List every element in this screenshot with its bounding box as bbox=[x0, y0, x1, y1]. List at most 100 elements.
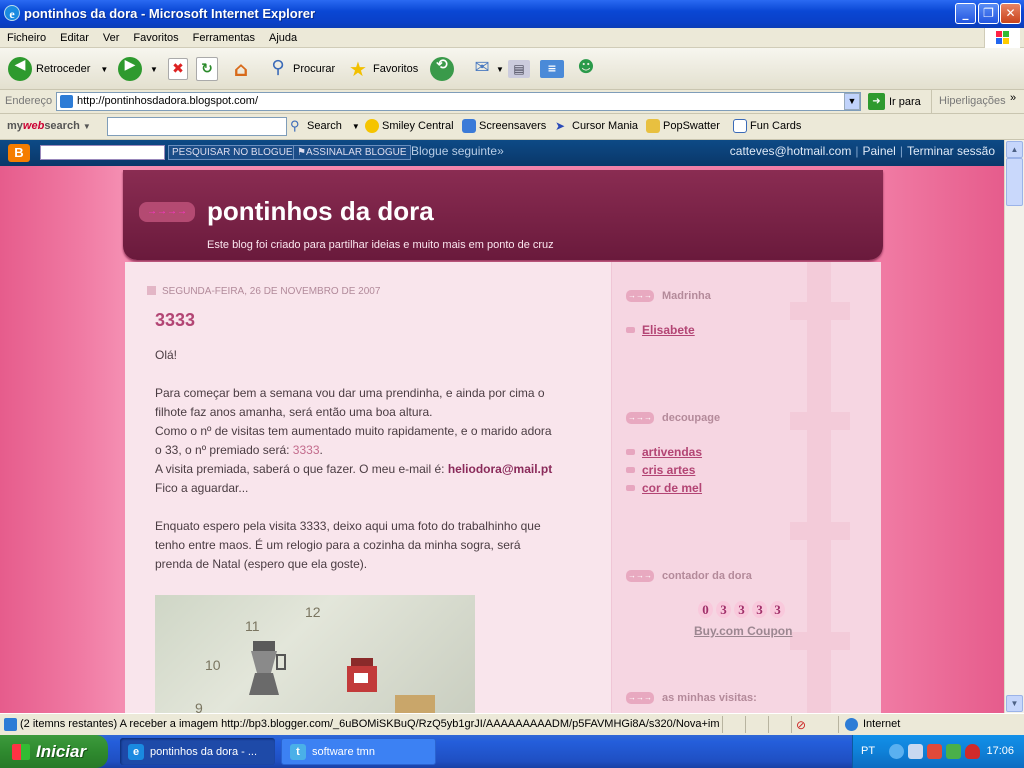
page-icon bbox=[60, 95, 73, 108]
chevron-down-icon[interactable]: ▼ bbox=[100, 65, 108, 74]
mywebsearch-input[interactable] bbox=[107, 117, 287, 136]
search-icon: ⚲ bbox=[290, 118, 300, 133]
screensavers-button[interactable]: Screensavers bbox=[462, 119, 546, 133]
search-button[interactable]: ⚲ Procurar bbox=[266, 55, 335, 83]
taskbar: Iniciar e pontinhos da dora - ... t soft… bbox=[0, 735, 1024, 768]
logout-link[interactable]: Terminar sessão bbox=[907, 144, 995, 158]
print-button[interactable]: ▤ bbox=[508, 55, 530, 83]
sidebar-heading: as minhas visitas: bbox=[662, 692, 757, 704]
scroll-up-icon[interactable]: ▲ bbox=[1006, 141, 1023, 158]
maximize-button[interactable]: ❐ bbox=[978, 3, 999, 24]
address-input[interactable]: http://pontinhosdadora.blogspot.com/ bbox=[56, 92, 861, 111]
taskbar-item-software[interactable]: t software tmn bbox=[281, 738, 436, 765]
counter-digit: 3 bbox=[716, 601, 731, 618]
minimize-button[interactable]: _ bbox=[955, 3, 976, 24]
clock-number: 12 bbox=[305, 604, 321, 620]
chevron-down-icon[interactable]: ▼ bbox=[352, 122, 360, 131]
messenger-button[interactable]: ☻ bbox=[574, 55, 598, 83]
alert-icon[interactable] bbox=[927, 744, 942, 759]
cursor-mania-button[interactable]: ➤ Cursor Mania bbox=[555, 119, 638, 133]
clock-number: 11 bbox=[245, 618, 260, 634]
email-link[interactable]: heliodora@mail.pt bbox=[448, 462, 552, 476]
jar-icon bbox=[347, 658, 377, 692]
scroll-thumb[interactable] bbox=[1006, 158, 1023, 206]
language-indicator[interactable]: PT bbox=[861, 745, 875, 757]
windows-flag-icon bbox=[12, 743, 30, 760]
star-icon: ★ bbox=[349, 57, 367, 81]
post-image[interactable]: 11 12 10 9 bbox=[155, 595, 475, 713]
sidebar: →→→ Madrinha Elisabete →→→ decoupage art… bbox=[611, 262, 881, 713]
taskbar-item-ie[interactable]: e pontinhos da dora - ... bbox=[120, 738, 275, 765]
moka-pot-icon bbox=[249, 641, 286, 695]
search-blog-button[interactable]: PESQUISAR NO BLOGUE bbox=[168, 145, 297, 160]
edit-icon: ≡ bbox=[540, 60, 564, 78]
page-loading-icon bbox=[4, 718, 17, 731]
prize-number: 3333 bbox=[292, 443, 320, 457]
menu-favorites[interactable]: Favoritos bbox=[126, 28, 185, 48]
scroll-down-icon[interactable]: ▼ bbox=[1006, 695, 1023, 712]
coupon-link[interactable]: Buy.com Coupon bbox=[694, 624, 792, 638]
fun-cards-button[interactable]: Fun Cards bbox=[733, 119, 801, 133]
chevron-down-icon[interactable]: ▼ bbox=[496, 65, 504, 74]
clock-number: 9 bbox=[195, 700, 203, 713]
clock[interactable]: 17:06 bbox=[986, 745, 1014, 757]
stop-button[interactable]: ✖ bbox=[168, 55, 188, 83]
ie-icon: e bbox=[128, 743, 144, 760]
ie-logo-icon: e bbox=[4, 5, 20, 21]
forward-button[interactable]: ▶ ▼ bbox=[118, 55, 158, 83]
sidebar-link[interactable]: Elisabete bbox=[626, 323, 695, 337]
chevron-right-icon[interactable]: » bbox=[1010, 92, 1016, 104]
favorites-button[interactable]: ★ Favoritos bbox=[346, 55, 418, 83]
dashboard-link[interactable]: Painel bbox=[862, 144, 895, 158]
search-icon: ⚲ bbox=[271, 57, 285, 78]
blog-search-input[interactable] bbox=[40, 145, 165, 160]
popswatter-button[interactable]: PopSwatter bbox=[646, 119, 720, 133]
mywebsearch-search-button[interactable]: ⚲ Search ▼ bbox=[290, 119, 360, 133]
mywebsearch-logo[interactable]: mywebsearch ▼ bbox=[7, 120, 91, 132]
address-label: Endereço bbox=[5, 95, 53, 107]
sidebar-link[interactable]: artivendas bbox=[625, 445, 702, 459]
visit-counter[interactable]: 0 3 3 3 3 bbox=[698, 601, 785, 618]
next-blog-link[interactable]: Blogue seguinte» bbox=[411, 144, 504, 158]
chevron-down-icon[interactable]: ▼ bbox=[150, 65, 158, 74]
start-button[interactable]: Iniciar bbox=[0, 735, 108, 768]
cursor-icon: ➤ bbox=[555, 119, 566, 133]
menu-file[interactable]: Ficheiro bbox=[0, 28, 53, 48]
shield-icon[interactable] bbox=[965, 744, 980, 759]
sidebar-link[interactable]: cris artes bbox=[625, 463, 695, 477]
menu-tools[interactable]: Ferramentas bbox=[186, 28, 262, 48]
mail-button[interactable]: ✉ ▼ bbox=[470, 55, 504, 83]
refresh-button[interactable]: ↻ bbox=[196, 55, 218, 83]
messenger-icon[interactable] bbox=[946, 744, 961, 759]
menu-view[interactable]: Ver bbox=[96, 28, 127, 48]
arrows-icon: →→→→ bbox=[139, 202, 195, 222]
blog-title[interactable]: pontinhos da dora bbox=[207, 196, 434, 227]
menu-help[interactable]: Ajuda bbox=[262, 28, 304, 48]
back-arrow-icon: ◀ bbox=[8, 57, 32, 81]
post-title[interactable]: 3333 bbox=[155, 310, 195, 331]
network-icon[interactable] bbox=[908, 744, 923, 759]
sidebar-link[interactable]: cor de mel bbox=[625, 481, 702, 495]
back-arrow-icon[interactable] bbox=[889, 744, 904, 759]
close-button[interactable]: ✕ bbox=[1000, 3, 1021, 24]
address-dropdown-icon[interactable]: ▼ bbox=[844, 93, 860, 110]
counter-digit: 3 bbox=[752, 601, 767, 618]
clock-number: 10 bbox=[205, 657, 221, 673]
vertical-scrollbar[interactable]: ▲ ▼ bbox=[1004, 140, 1024, 713]
menu-bar: Ficheiro Editar Ver Favoritos Ferramentas Aju… bbox=[0, 28, 1024, 48]
favorites-label: Favoritos bbox=[373, 63, 419, 75]
go-button[interactable]: ➜ Ir para bbox=[868, 93, 921, 110]
menu-edit[interactable]: Editar bbox=[53, 28, 96, 48]
post-paragraph: Para começar bem a semana vou dar uma pr… bbox=[155, 386, 553, 495]
arrows-icon: →→→ bbox=[626, 412, 654, 424]
status-text: (2 itemns restantes) A receber a imagem … bbox=[20, 718, 720, 730]
smiley-central-button[interactable]: Smiley Central bbox=[365, 119, 454, 133]
blogger-logo-icon[interactable]: B bbox=[8, 144, 30, 162]
history-button[interactable]: ⟲ bbox=[430, 55, 454, 83]
flag-blog-button[interactable]: ⚑ASSINALAR BLOGUE bbox=[293, 145, 411, 160]
back-button[interactable]: ◀ Retroceder ▼ bbox=[8, 55, 108, 83]
home-button[interactable]: ⌂ bbox=[229, 55, 253, 83]
edit-button[interactable]: ≡ bbox=[540, 55, 564, 83]
links-label[interactable]: Hiperligações bbox=[939, 95, 1006, 107]
popup-blocker-icon[interactable]: ⊘ bbox=[796, 718, 806, 732]
